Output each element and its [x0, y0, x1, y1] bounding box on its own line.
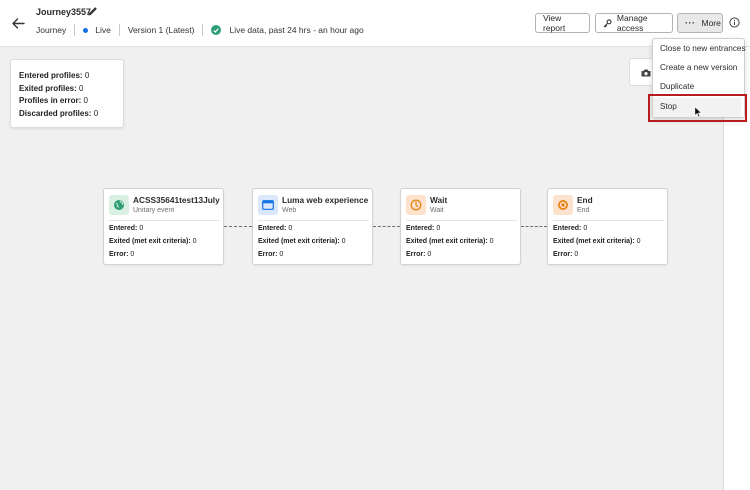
edit-pencil-icon[interactable]	[87, 6, 98, 17]
divider	[202, 24, 204, 36]
journey-node-event[interactable]: ACSS35641test13July Unitary event Entere…	[103, 188, 224, 265]
menu-item-duplicate[interactable]: Duplicate	[660, 82, 694, 91]
stop-circle-icon	[553, 195, 573, 215]
globe-icon	[109, 195, 129, 215]
node-subtitle: End	[577, 207, 590, 214]
node-entered: Entered: 0	[553, 225, 588, 232]
node-name: Luma web experience	[282, 195, 369, 205]
exited-profiles-row: Exited profiles: 0	[19, 83, 84, 93]
path-connector	[373, 226, 400, 227]
view-report-label: View report	[543, 13, 566, 33]
info-icon[interactable]	[729, 17, 740, 28]
profiles-in-error-row: Profiles in error: 0	[19, 96, 88, 105]
arrow-left-icon	[11, 17, 25, 29]
node-exited: Exited (met exit criteria): 0	[406, 238, 494, 245]
camera-icon	[641, 69, 651, 77]
journey-title: Journey3557	[36, 7, 92, 17]
ellipsis-icon: ···	[685, 18, 696, 28]
checkmark-circle-icon	[211, 25, 222, 35]
divider	[118, 24, 120, 36]
path-connector	[521, 226, 547, 227]
node-error: Error: 0	[406, 251, 432, 258]
node-entered: Entered: 0	[109, 225, 144, 232]
node-subtitle: Web	[282, 207, 297, 214]
journey-header: Journey3557 Journey Live Version 1 (Late…	[0, 0, 750, 47]
node-subtitle: Unitary event	[133, 207, 175, 214]
browser-icon	[258, 195, 278, 215]
key-icon	[603, 18, 612, 27]
node-name: End	[577, 195, 593, 205]
divider	[74, 24, 76, 36]
node-error: Error: 0	[109, 251, 135, 258]
journey-node-end[interactable]: End End Entered: 0 Exited (met exit crit…	[547, 188, 668, 265]
menu-item-create-new-version[interactable]: Create a new version	[660, 63, 737, 72]
node-name: Wait	[430, 195, 448, 205]
journey-stats-card: Entered profiles: 0 Exited profiles: 0 P…	[10, 59, 124, 128]
node-entered: Entered: 0	[406, 225, 441, 232]
divider	[258, 220, 369, 221]
live-data-label: Live data, past 24 hrs - an hour ago	[229, 25, 364, 35]
node-entered: Entered: 0	[258, 225, 293, 232]
live-status-dot	[83, 27, 89, 33]
manage-access-label: Manage access	[616, 13, 648, 33]
manage-access-button[interactable]: Manage access	[595, 13, 673, 33]
menu-item-close-to-new-entrances[interactable]: Close to new entrances	[660, 44, 746, 53]
node-error: Error: 0	[553, 251, 579, 258]
clock-icon	[406, 195, 426, 215]
entered-profiles-row: Entered profiles: 0	[19, 71, 90, 80]
journey-node-web[interactable]: Luma web experience Web Entered: 0 Exite…	[252, 188, 373, 265]
divider	[109, 220, 220, 221]
discarded-profiles-row: Discarded profiles: 0	[19, 108, 99, 118]
node-exited: Exited (met exit criteria): 0	[258, 238, 346, 245]
back-button[interactable]	[9, 14, 27, 32]
journey-node-wait[interactable]: Wait Wait Entered: 0 Exited (met exit cr…	[400, 188, 521, 265]
journey-meta: Journey Live Version 1 (Latest) Live dat…	[36, 24, 364, 36]
more-button[interactable]: ··· More	[677, 13, 723, 33]
node-exited: Exited (met exit criteria): 0	[553, 238, 641, 245]
status-label: Live	[95, 25, 111, 35]
mouse-cursor-icon	[694, 106, 703, 118]
node-exited: Exited (met exit criteria): 0	[109, 238, 197, 245]
divider	[406, 220, 517, 221]
more-label: More	[701, 18, 721, 28]
version-label: Version 1 (Latest)	[127, 25, 195, 35]
node-name: ACSS35641test13July	[133, 195, 220, 205]
node-error: Error: 0	[258, 251, 284, 258]
journey-type-label: Journey	[36, 25, 67, 35]
path-connector	[224, 226, 252, 227]
view-report-button[interactable]: View report	[535, 13, 590, 33]
divider	[553, 220, 664, 221]
node-subtitle: Wait	[430, 207, 444, 214]
